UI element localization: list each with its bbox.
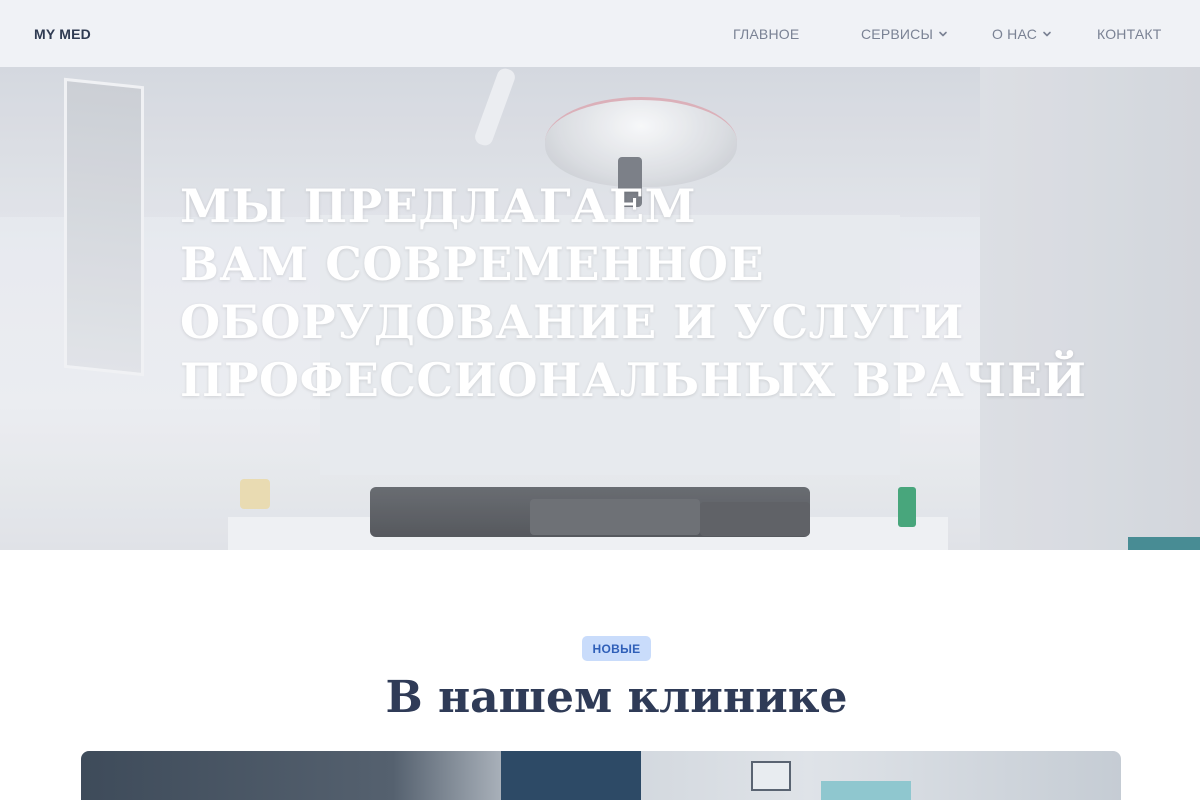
clinic-preview-image xyxy=(81,751,1121,800)
nav-item-contact[interactable]: КОНТАКТ xyxy=(1097,26,1162,42)
nav-item-label: ГЛАВНОЕ xyxy=(733,26,800,42)
hero-title: МЫ ПРЕДЛАГАЕМ ВАМ СОВРЕМЕННОЕ ОБОРУДОВАН… xyxy=(180,177,1087,409)
chevron-down-icon xyxy=(938,29,948,39)
hero-title-line: ВАМ СОВРЕМЕННОЕ xyxy=(180,237,765,291)
section-badge: НОВЫЕ xyxy=(582,636,651,661)
hero-title-line: МЫ ПРЕДЛАГАЕМ xyxy=(180,179,697,233)
preview-door xyxy=(501,751,641,800)
chevron-down-icon xyxy=(1042,29,1052,39)
nav-item-label: СЕРВИСЫ xyxy=(861,26,934,42)
preview-monitor xyxy=(751,761,791,791)
section-title: В нашем клинике xyxy=(385,672,848,723)
nav-item-label: О НАС xyxy=(992,26,1038,42)
nav-item-label: КОНТАКТ xyxy=(1097,26,1162,42)
hero-title-line: ОБОРУДОВАНИЕ И УСЛУГИ xyxy=(180,295,964,349)
nav-item-home[interactable]: ГЛАВНОЕ xyxy=(733,26,799,42)
hero-banner: МЫ ПРЕДЛАГАЕМ ВАМ СОВРЕМЕННОЕ ОБОРУДОВАН… xyxy=(0,67,1200,550)
nav-item-about[interactable]: О НАС xyxy=(992,26,1052,42)
site-header: MY MED ГЛАВНОЕ СЕРВИСЫ О НАС КОНТАКТ xyxy=(0,0,1200,67)
nav-item-services[interactable]: СЕРВИСЫ xyxy=(861,26,948,42)
hero-title-line: ПРОФЕССИОНАЛЬНЫХ ВРАЧЕЙ xyxy=(180,353,1087,407)
brand-logo[interactable]: MY MED xyxy=(34,26,91,42)
preview-panel xyxy=(821,781,911,800)
